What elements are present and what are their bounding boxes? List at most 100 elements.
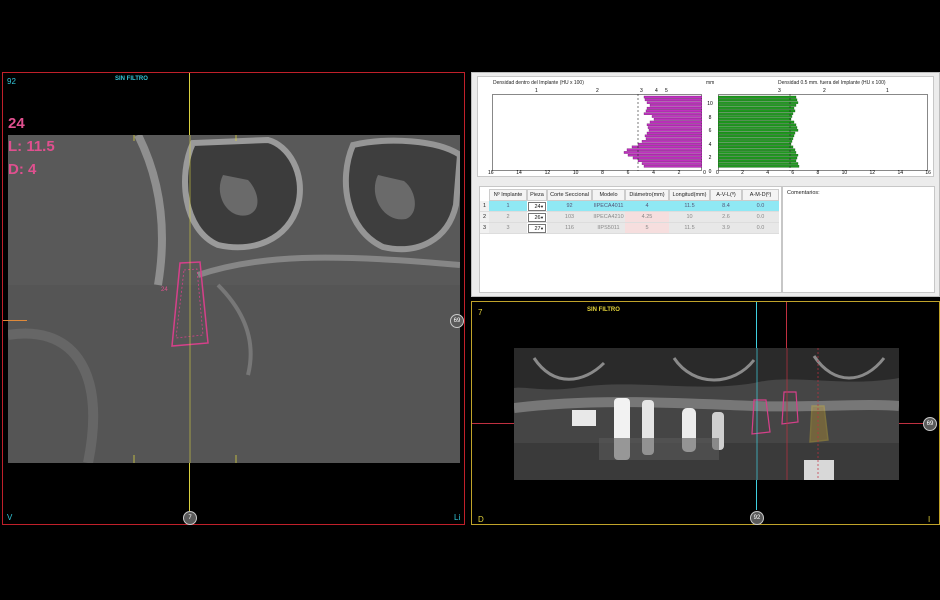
bottom-tick: 4 [652, 170, 655, 176]
mm-tick: 2 [708, 155, 712, 161]
inside-density-bar [637, 142, 702, 146]
panoramic-viewport[interactable]: 7 SIN FILTRO D I 92 69 [471, 301, 940, 525]
cell-pieza: 24 ▼ [527, 201, 547, 212]
col-header-longitud[interactable]: Longitud(mm) [669, 189, 710, 201]
col-header-amd[interactable]: A-M-D(º) [742, 189, 779, 201]
outside-density-bar [718, 115, 793, 118]
orientation-vestibular: V [7, 513, 13, 522]
col-header-implant[interactable]: Nº Implante [489, 189, 527, 201]
slice-badge-right[interactable]: 69 [450, 314, 464, 328]
implant-label: 24 [161, 287, 168, 293]
outside-density-bar [718, 142, 792, 146]
col-header-avl[interactable]: A-V-L(º) [710, 189, 742, 201]
mm-axis: 10 8 6 4 2 0 [704, 98, 716, 179]
inside-density-bar [637, 159, 702, 163]
bottom-tick: 16 [488, 170, 494, 176]
outside-density-bar [718, 162, 799, 165]
col-header-diametro[interactable]: Diámetro(mm) [625, 189, 669, 201]
comments-label: Comentarios: [787, 190, 820, 196]
tooth-number: 24 [8, 115, 25, 132]
inside-density-bar [653, 118, 702, 121]
outside-density-bar [718, 106, 795, 110]
inside-density-bar [646, 131, 702, 135]
vertical-crosshair-lower [189, 463, 190, 511]
bottom-tick: 6 [626, 170, 630, 176]
inside-density-bar [649, 104, 702, 107]
table-row[interactable]: 3 3 27 ▼ 116 IIPS5011 5 11.5 3.9 0.0 [480, 223, 779, 234]
cyan-crosshair-top [756, 302, 757, 348]
cell-corte: 92 [547, 201, 592, 212]
cell-corte: 103 [547, 212, 592, 223]
pieza-select[interactable]: 27 ▼ [528, 224, 546, 233]
inside-density-bar [648, 129, 702, 132]
chart-left-title: Densidad dentro del Implante (HU x 100) [493, 80, 584, 86]
cell-implant: 2 [489, 212, 527, 223]
col-header-pieza[interactable]: Pieza [527, 189, 547, 201]
inside-density-bar [631, 145, 702, 149]
outside-density-bar [718, 123, 797, 127]
col-header-corte[interactable]: Corte Seccional [547, 189, 592, 201]
slice-badge-right[interactable]: 69 [923, 417, 937, 431]
outside-density-bar [718, 120, 795, 124]
row-index: 3 [480, 223, 489, 234]
orientation-left: I [928, 515, 931, 524]
bottom-tick: 10 [841, 170, 848, 176]
orientation-lingual: Li [454, 513, 461, 522]
outside-density-bar [718, 159, 797, 163]
bottom-tick: 2 [677, 170, 681, 176]
comments-area[interactable]: Comentarios: [782, 186, 935, 293]
inside-density-bar [643, 165, 702, 168]
slice-badge-bottom[interactable]: 92 [750, 511, 764, 525]
dropdown-arrow-icon: ▼ [540, 204, 544, 209]
outside-density-bar [718, 140, 793, 143]
ct-cross-section-image[interactable] [8, 135, 460, 463]
density-chart: Densidad dentro del Implante (HU x 100) … [477, 76, 934, 177]
horizontal-crosshair-right [899, 423, 924, 424]
inside-density-bar [641, 162, 702, 165]
bottom-tick: 8 [816, 170, 820, 176]
implant-diameter: D: 4 [8, 161, 37, 178]
pieza-select[interactable]: 24 ▼ [528, 202, 546, 211]
horizontal-crosshair-left [472, 423, 514, 424]
slice-badge-bottom[interactable]: 7 [183, 511, 197, 525]
chart-unit-label: mm [706, 80, 715, 86]
cell-amd: 0.0 [742, 201, 779, 212]
cell-pieza: 26 ▼ [527, 212, 547, 223]
inside-density-plot [492, 94, 702, 171]
cell-longitud: 11.5 [669, 223, 710, 234]
mm-tick: 8 [708, 114, 712, 121]
cell-avl: 3.9 [710, 223, 742, 234]
cell-modelo: IIPECA4011 [592, 201, 625, 212]
bottom-tick: 14 [516, 170, 522, 176]
cell-diametro: 4.25 [625, 212, 669, 223]
cell-amd: 0.0 [742, 223, 779, 234]
inside-density-bar [651, 115, 702, 118]
inside-density-bar [641, 140, 702, 143]
outside-density-bar [718, 112, 794, 115]
outside-density-bar [718, 137, 794, 140]
inside-density-bar [646, 106, 702, 110]
table-row[interactable]: 2 2 26 ▼ 103 IIPECA4210 4.25 10 2.6 0.0 [480, 212, 779, 223]
row-index: 2 [480, 212, 489, 223]
inside-density-bar [649, 120, 702, 124]
inside-density-bar [623, 151, 702, 154]
mm-tick: 4 [708, 141, 712, 148]
table-row[interactable]: 1 1 24 ▼ 92 IIPECA4011 4 11.5 8.4 0.0 [480, 201, 779, 212]
col-header-modelo[interactable]: Modelo [592, 189, 625, 201]
inside-density-bar [644, 134, 702, 138]
cell-avl: 2.6 [710, 212, 742, 223]
slice-number: 7 [478, 308, 483, 317]
ct-panoramic-image[interactable] [514, 348, 899, 480]
outside-density-bar [718, 118, 792, 121]
inside-density-bar [627, 154, 702, 157]
bottom-tick: 14 [897, 170, 903, 176]
pieza-select[interactable]: 26 ▼ [528, 213, 546, 222]
inside-density-bar [644, 98, 702, 102]
cross-section-viewport[interactable]: 92 SIN FILTRO 24 24 L: 11.5 D: 4 V Li 7 … [2, 72, 465, 525]
cell-diametro: 4 [625, 201, 669, 212]
inside-density-bar [646, 123, 702, 127]
row-index: 1 [480, 201, 489, 212]
cell-avl: 8.4 [710, 201, 742, 212]
implant-info-panel: Densidad dentro del Implante (HU x 100) … [471, 72, 940, 297]
cell-pieza: 27 ▼ [527, 223, 547, 234]
